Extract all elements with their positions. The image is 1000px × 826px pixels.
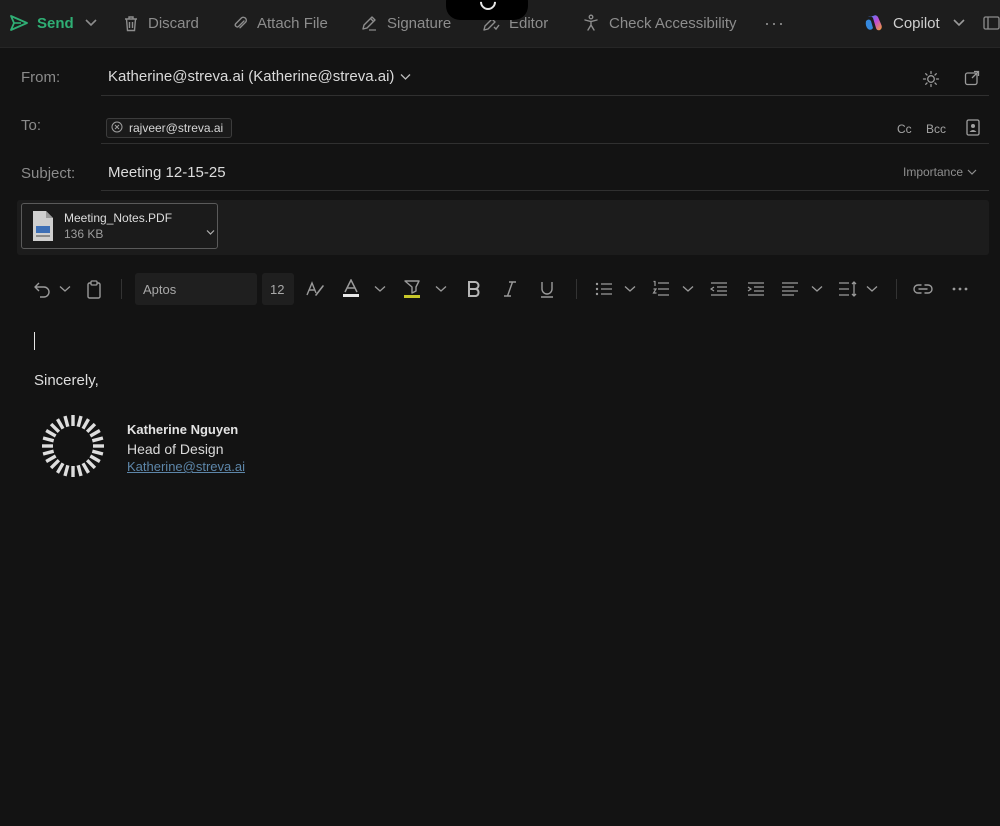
discard-button[interactable]: Discard (123, 0, 199, 46)
company-logo-icon (40, 413, 106, 484)
pdf-file-icon (31, 210, 55, 247)
chevron-down-icon[interactable] (866, 270, 878, 308)
format-painter-icon[interactable] (305, 270, 325, 308)
numbering-icon[interactable] (652, 270, 670, 308)
attach-file-label: Attach File (257, 14, 328, 32)
text-cursor[interactable] (34, 332, 35, 350)
accessibility-icon (582, 14, 600, 32)
undo-icon[interactable] (33, 270, 51, 308)
side-panel-button[interactable] (983, 0, 1000, 46)
attachment-card[interactable]: Meeting_Notes.PDF 136 KB (21, 203, 218, 249)
italic-icon[interactable] (503, 270, 517, 308)
font-size-select[interactable]: 12 (262, 273, 294, 305)
send-options-dropdown[interactable] (84, 0, 98, 46)
recipient-pill[interactable]: rajveer@streva.ai (106, 118, 233, 138)
paperclip-icon (232, 15, 248, 32)
link-icon[interactable] (913, 270, 933, 308)
closing-text: Sincerely, (34, 372, 99, 389)
sun-icon[interactable] (922, 70, 940, 93)
cc-button[interactable]: Cc (897, 122, 912, 136)
attach-file-button[interactable]: Attach File (232, 0, 328, 46)
chevron-down-icon (952, 18, 966, 28)
to-label: To: (21, 117, 42, 134)
chevron-down-icon[interactable] (435, 270, 447, 308)
popout-icon[interactable] (964, 70, 980, 91)
remove-recipient-icon[interactable] (111, 121, 123, 136)
importance-dropdown[interactable]: Importance (903, 165, 977, 179)
align-icon[interactable] (781, 270, 799, 308)
signature-email-link[interactable]: Katherine@streva.ai (127, 459, 245, 474)
more-formatting-icon[interactable] (952, 270, 968, 308)
chevron-down-icon[interactable] (374, 270, 386, 308)
signature-title: Head of Design (127, 441, 224, 457)
send-button[interactable]: Send (10, 0, 74, 46)
importance-label: Importance (903, 165, 964, 179)
underline-icon[interactable] (540, 270, 554, 308)
bold-icon[interactable] (467, 270, 481, 308)
chevron-down-icon[interactable] (59, 270, 71, 308)
check-accessibility-label: Check Accessibility (609, 14, 737, 32)
highlighter-icon[interactable] (403, 270, 421, 308)
attachment-size: 136 KB (64, 227, 104, 241)
attachment-name: Meeting_Notes.PDF (64, 211, 173, 225)
copilot-label: Copilot (893, 14, 940, 32)
bcc-button[interactable]: Bcc (926, 122, 946, 136)
chevron-down-icon[interactable] (682, 270, 694, 308)
divider (101, 190, 989, 191)
contact-book-icon[interactable] (966, 119, 980, 141)
formatting-toolbar: Aptos 12 (0, 270, 1000, 308)
more-options-button[interactable]: ··· (764, 0, 785, 46)
trash-icon (123, 15, 139, 32)
bullets-icon[interactable] (595, 270, 613, 308)
signature-name: Katherine Nguyen (127, 422, 239, 437)
divider (101, 95, 989, 96)
send-label: Send (37, 14, 74, 32)
subject-label: Subject: (21, 165, 76, 182)
recipient-email: rajveer@streva.ai (129, 121, 224, 135)
chevron-down-icon (967, 165, 977, 179)
clipboard-icon[interactable] (86, 270, 102, 308)
line-spacing-icon[interactable] (838, 270, 858, 308)
chevron-down-icon (400, 68, 411, 85)
from-selector[interactable]: Katherine@streva.ai (Katherine@streva.ai… (108, 68, 411, 85)
chevron-down-icon[interactable] (206, 223, 215, 241)
copilot-icon (864, 14, 884, 32)
signature-button[interactable]: Signature (360, 0, 451, 46)
subject-input[interactable]: Meeting 12-15-25 (108, 164, 226, 181)
pen-icon (360, 15, 378, 32)
copilot-button[interactable]: Copilot (864, 0, 940, 46)
compose-pane: From: Katherine@streva.ai (Katherine@str… (0, 48, 1000, 826)
chevron-down-icon[interactable] (624, 270, 636, 308)
check-accessibility-button[interactable]: Check Accessibility (582, 0, 737, 46)
divider (101, 143, 989, 144)
chevron-down-icon (84, 18, 98, 28)
separator (121, 279, 122, 299)
chevron-down-icon[interactable] (811, 270, 823, 308)
indent-icon[interactable] (747, 270, 765, 308)
from-value: Katherine@streva.ai (Katherine@streva.ai… (108, 68, 395, 85)
attachment-bar: Meeting_Notes.PDF 136 KB (17, 200, 989, 255)
side-panel-icon (983, 15, 1000, 31)
font-family-select[interactable]: Aptos (135, 273, 257, 305)
discard-label: Discard (148, 14, 199, 32)
outdent-icon[interactable] (710, 270, 728, 308)
separator (576, 279, 577, 299)
separator (896, 279, 897, 299)
font-color-icon[interactable] (342, 270, 360, 308)
copilot-dropdown[interactable] (952, 0, 966, 46)
signature-label: Signature (387, 14, 452, 32)
from-label: From: (21, 69, 61, 86)
send-icon (10, 15, 28, 31)
